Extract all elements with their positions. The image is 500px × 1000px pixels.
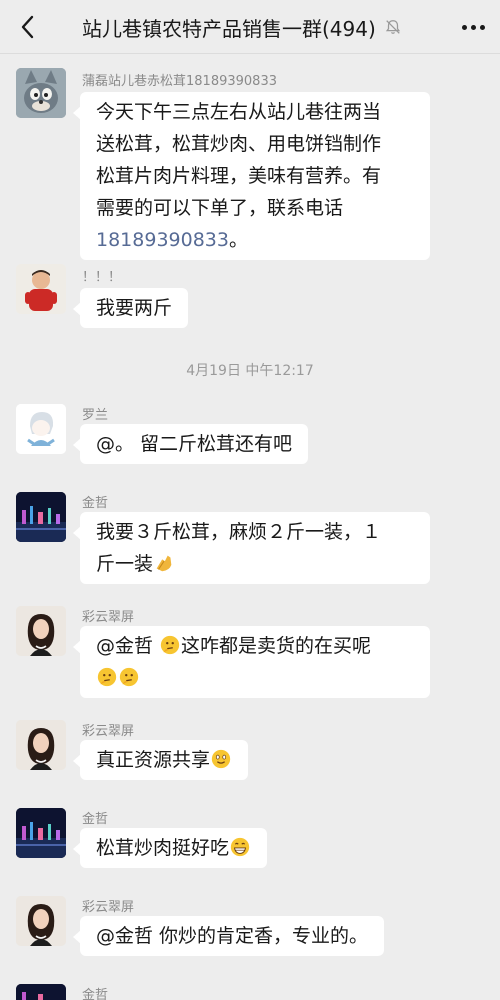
chat-title: 站儿巷镇农特产品销售一群(494) <box>82 16 376 41</box>
more-dots-icon <box>461 24 467 30</box>
night-cityscape-avatar-icon <box>16 492 66 542</box>
message-bubble[interactable]: @金哲 这咋都是卖货的在买呢 <box>73 626 430 698</box>
message-bubble[interactable]: 真正资源共享 <box>72 740 249 780</box>
avatar[interactable] <box>16 264 66 314</box>
avatar[interactable] <box>16 606 66 656</box>
sender-name: 罗兰 <box>82 408 109 423</box>
sender-name: 蒲磊站儿巷赤松茸18189390833 <box>82 74 277 89</box>
sender-name: ！！！ <box>82 270 122 285</box>
avatar[interactable] <box>16 808 66 858</box>
sender-name: 彩云翠屏 <box>82 900 135 915</box>
phone-link[interactable]: 18189390833 <box>96 229 229 251</box>
message-tail: 。 <box>228 229 248 251</box>
avatar[interactable] <box>16 984 66 1000</box>
more-button[interactable] <box>458 12 488 42</box>
avatar[interactable] <box>16 720 66 770</box>
avatar[interactable] <box>16 68 66 118</box>
message-line: 送松茸，松茸炒肉、用电饼铛制作 <box>96 133 382 155</box>
message-line <box>96 662 414 694</box>
avatar[interactable] <box>16 404 66 454</box>
thinking-face-emoji <box>160 635 180 655</box>
sender-name: 金哲 <box>82 496 109 511</box>
woman-photo-avatar-icon <box>16 720 66 770</box>
thinking-face-emoji <box>97 667 117 687</box>
more-dot <box>479 24 485 30</box>
thinking-face-emoji <box>119 667 139 687</box>
chevron-left-icon <box>21 15 34 39</box>
avatar[interactable] <box>16 896 66 946</box>
smiling-face-emoji <box>211 749 231 769</box>
message-line: 我要３斤松茸，麻烦２斤一装，１ <box>96 521 382 543</box>
cartoon-cat-avatar-icon <box>16 68 66 118</box>
child-photo-avatar-icon <box>16 264 66 314</box>
bell-muted-icon <box>385 20 400 34</box>
mention-text: @金哲 <box>96 635 160 657</box>
back-button[interactable] <box>14 12 44 42</box>
night-cityscape-avatar-icon <box>16 984 66 1000</box>
message-line: 需要的可以下单了，联系电话 <box>96 197 344 219</box>
message-text: 斤一装 <box>96 553 154 575</box>
chat-message: 金哲 <box>0 982 500 1000</box>
sender-name: 金哲 <box>82 812 109 827</box>
message-text: 这咋都是卖货的在买呢 <box>181 635 372 657</box>
chat-header: 站儿巷镇农特产品销售一群(494) <box>0 0 500 54</box>
message-bubble[interactable]: 今天下午三点左右从站儿巷往两当 送松茸，松茸炒肉、用电饼铛制作 松茸片肉片料理，… <box>73 92 430 260</box>
woman-photo-avatar-icon <box>16 606 66 656</box>
time-divider: 4月19日 中午12:17 <box>186 363 314 379</box>
message-text: 我要两斤 <box>96 297 173 319</box>
message-line: 今天下午三点左右从站儿巷往两当 <box>96 101 382 123</box>
message-bubble[interactable]: @金哲 你炒的肯定香，专业的。 <box>72 916 385 956</box>
message-text: @。 留二斤松茸还有吧 <box>96 433 293 455</box>
anime-girl-avatar-icon <box>16 404 66 454</box>
more-dot <box>470 24 476 30</box>
message-bubble[interactable]: 松茸炒肉挺好吃 <box>72 828 268 868</box>
message-bubble[interactable]: 我要两斤 <box>72 288 189 328</box>
sender-name: 彩云翠屏 <box>82 724 135 739</box>
sender-name: 彩云翠屏 <box>82 610 135 625</box>
message-text: 松茸炒肉挺好吃 <box>96 837 230 859</box>
sender-name: 金哲 <box>82 988 109 1000</box>
message-bubble[interactable]: @。 留二斤松茸还有吧 <box>72 424 309 464</box>
avatar[interactable] <box>16 492 66 542</box>
message-bubble[interactable]: 我要３斤松茸，麻烦２斤一装，１ 斤一装 <box>73 512 430 584</box>
message-line: @金哲 这咋都是卖货的在买呢 <box>96 630 414 662</box>
message-text: @金哲 你炒的肯定香，专业的。 <box>96 925 369 947</box>
grinning-face-emoji <box>230 837 250 857</box>
clapping-hands-emoji <box>156 555 172 572</box>
message-line: 斤一装 <box>96 548 414 580</box>
message-line: 18189390833。 <box>96 224 414 256</box>
message-text: 真正资源共享 <box>96 749 211 771</box>
chat-title-group[interactable]: 站儿巷镇农特产品销售一群(494) <box>82 12 402 42</box>
night-cityscape-avatar-icon <box>16 808 66 858</box>
message-line: 松茸片肉片料理，美味有营养。有 <box>96 165 382 187</box>
woman-photo-avatar-icon <box>16 896 66 946</box>
